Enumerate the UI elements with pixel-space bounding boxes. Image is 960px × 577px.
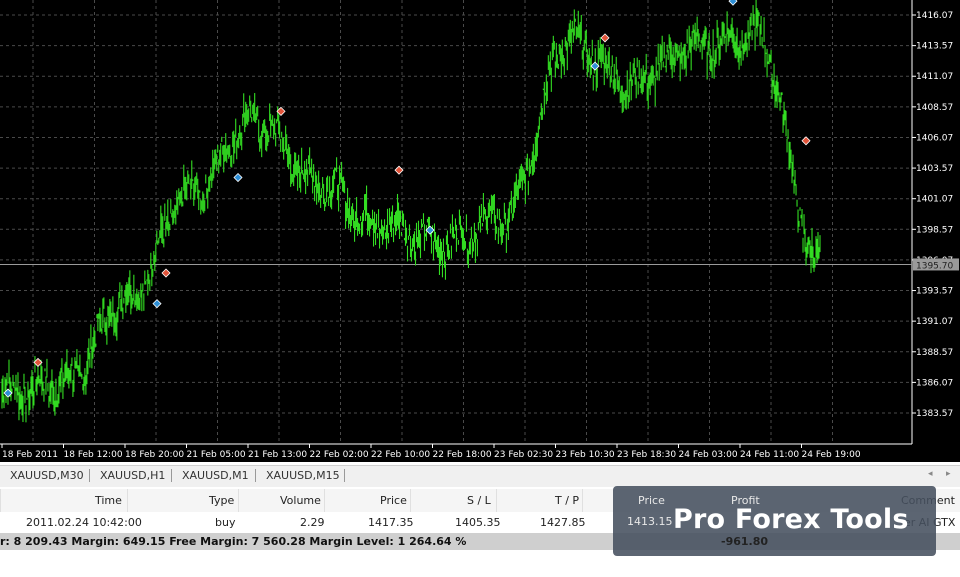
tab-xauusd-h1[interactable]: XAUUSD,H1: [100, 469, 165, 482]
scroll-right-icon[interactable]: ▸: [946, 469, 951, 479]
y-tick-label: 1403.57: [916, 164, 953, 174]
y-tick-label: 1398.57: [916, 225, 953, 235]
column-divider: [0, 489, 1, 512]
price-chart[interactable]: 1416.07 1413.57 1411.07 1408.57 1406.07 1403.…: [0, 0, 960, 462]
column-divider: [582, 489, 583, 512]
column-header-type[interactable]: Type: [209, 494, 234, 507]
buy-trade-marker: [152, 299, 162, 309]
y-tick-label: 1388.57: [916, 348, 953, 358]
x-tick-label: 24 Feb 19:00: [802, 450, 861, 460]
y-tick-label: 1413.57: [916, 42, 953, 52]
trade-time: 2011.02.24 10:42:00: [26, 516, 142, 529]
tab-xauusd-m30[interactable]: XAUUSD,M30: [10, 469, 84, 482]
tab-xauusd-m15[interactable]: XAUUSD,M15: [266, 469, 340, 482]
trade-stop-loss: 1405.35: [455, 516, 501, 529]
column-divider: [127, 489, 128, 512]
sell-trade-marker: [161, 268, 171, 278]
scroll-left-icon[interactable]: ◂: [928, 469, 933, 479]
current-price-label: 1395.70: [916, 261, 953, 271]
watermark-text: Pro Forex Tools: [673, 504, 909, 535]
y-tick-label: 1416.07: [916, 11, 953, 21]
column-divider: [496, 489, 497, 512]
column-header-volume[interactable]: Volume: [280, 494, 321, 507]
watermark-banner: Price Profit 1413.15 Pro Forex Tools -96…: [613, 486, 936, 556]
x-tick-label: 23 Feb 02:30: [494, 450, 553, 460]
trade-volume: 2.29: [300, 516, 325, 529]
sell-trade-marker: [600, 33, 610, 43]
trade-type: buy: [215, 516, 236, 529]
tab-divider: [171, 469, 172, 482]
trade-open-price: 1417.35: [368, 516, 414, 529]
x-tick-label: 18 Feb 2011: [2, 450, 58, 460]
tab-xauusd-m1[interactable]: XAUUSD,M1: [182, 469, 249, 482]
x-tick-label: 22 Feb 18:00: [433, 450, 492, 460]
y-tick-label: 1383.57: [916, 409, 953, 419]
x-tick-label: 23 Feb 10:30: [556, 450, 615, 460]
column-divider: [324, 489, 325, 512]
trade-take-profit: 1427.85: [540, 516, 586, 529]
y-tick-label: 1393.57: [916, 287, 953, 297]
trade-current-price: 1413.15: [627, 515, 673, 528]
buy-trade-marker: [728, 0, 738, 6]
x-tick-label: 22 Feb 02:00: [310, 450, 369, 460]
x-tick-label: 22 Feb 10:00: [371, 450, 430, 460]
x-tick-label: 18 Feb 12:00: [64, 450, 123, 460]
tab-divider: [255, 469, 256, 482]
total-profit: -961.80: [721, 535, 769, 548]
chart-tabs-bar: XAUUSD,M30 XAUUSD,H1 XAUUSD,M1 XAUUSD,M1…: [0, 465, 960, 487]
x-tick-label: 23 Feb 18:30: [617, 450, 676, 460]
column-header-sl[interactable]: S / L: [467, 494, 491, 507]
y-tick-label: 1386.07: [916, 378, 953, 388]
y-tick-label: 1391.07: [916, 317, 953, 327]
sell-trade-marker: [801, 136, 811, 146]
x-tick-label: 24 Feb 03:00: [679, 450, 738, 460]
column-divider: [410, 489, 411, 512]
y-tick-label: 1408.57: [916, 103, 953, 113]
account-summary-text: r: 8 209.43 Margin: 649.15 Free Margin: …: [0, 535, 467, 548]
sell-trade-marker: [394, 165, 404, 175]
column-header-current-price: Price: [638, 494, 665, 507]
y-tick-label: 1411.07: [916, 72, 953, 82]
y-tick-label: 1406.07: [916, 133, 953, 143]
x-tick-label: 24 Feb 11:00: [740, 450, 799, 460]
column-header-price[interactable]: Price: [380, 494, 407, 507]
chart-canvas: 1416.07 1413.57 1411.07 1408.57 1406.07 1403.…: [0, 0, 959, 460]
x-tick-label: 21 Feb 13:00: [248, 450, 307, 460]
tab-divider: [344, 469, 345, 482]
x-tick-label: 21 Feb 05:00: [187, 450, 246, 460]
x-tick-label: 18 Feb 20:00: [125, 450, 184, 460]
buy-trade-marker: [233, 172, 243, 183]
column-divider: [238, 489, 239, 512]
column-header-time[interactable]: Time: [95, 494, 122, 507]
tab-divider: [89, 469, 90, 482]
y-tick-label: 1401.07: [916, 195, 953, 205]
column-header-tp[interactable]: T / P: [555, 494, 579, 507]
